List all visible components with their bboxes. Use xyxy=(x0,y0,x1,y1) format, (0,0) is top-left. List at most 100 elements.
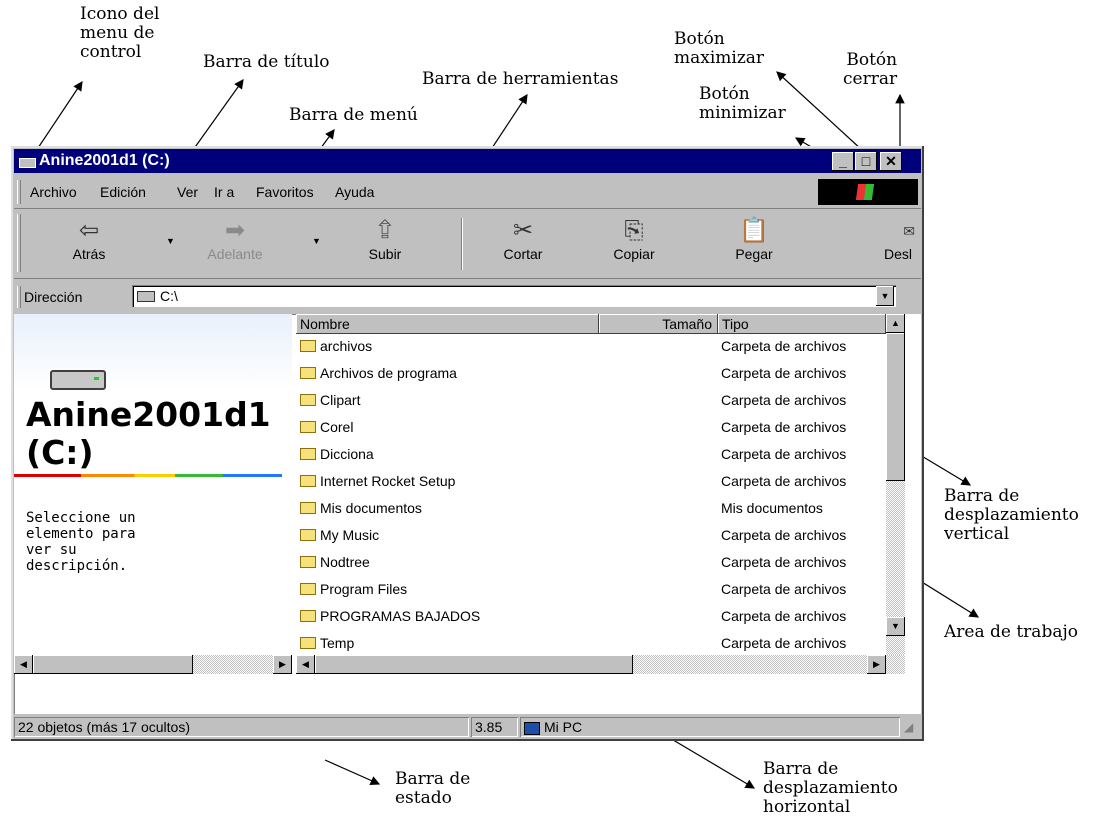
copy-button[interactable]: ⎘ Copiar xyxy=(589,216,679,272)
column-header-size[interactable]: Tamaño xyxy=(599,314,718,334)
file-name: Archivos de programa xyxy=(320,365,457,381)
paste-label: Pegar xyxy=(735,246,773,262)
horizontal-scrollbar[interactable]: ◀ ▶ xyxy=(296,655,905,674)
menu-edicion[interactable]: Edición xyxy=(100,184,146,200)
table-row[interactable]: Program Files Carpeta de archivos xyxy=(296,578,886,600)
file-type: Carpeta de archivos xyxy=(721,392,847,408)
clipboard-icon: 📋 xyxy=(739,217,769,244)
menubar-grip[interactable] xyxy=(17,180,21,204)
addressbar-grip[interactable] xyxy=(17,286,21,308)
folder-icon xyxy=(300,556,316,568)
folder-icon xyxy=(300,583,316,595)
scroll-left-button[interactable]: ◀ xyxy=(14,655,33,674)
folder-icon xyxy=(300,340,316,352)
back-label: Atrás xyxy=(72,246,106,262)
copy-icon: ⎘ xyxy=(624,217,644,244)
file-type: Carpeta de archivos xyxy=(721,527,847,543)
file-type: Carpeta de archivos xyxy=(721,446,847,462)
folder-icon xyxy=(300,529,316,541)
vertical-scrollbar[interactable]: ▲ ▼ xyxy=(886,314,905,655)
status-location-label: Mi PC xyxy=(544,719,583,735)
explorer-window: Anine2001d1 (C:) _ □ ✕ Archivo Edición V… xyxy=(11,146,924,741)
table-row[interactable]: Corel Carpeta de archivos xyxy=(296,416,886,438)
up-folder-icon: ⮸ xyxy=(377,217,393,244)
cut-button[interactable]: ✂ Cortar xyxy=(478,216,568,272)
column-header-type[interactable]: Tipo xyxy=(718,314,886,334)
work-area: Anine2001d1 (C:) Seleccione un elemento … xyxy=(14,314,921,714)
back-button[interactable]: ⇦ Atrás xyxy=(44,216,134,272)
menu-favoritos[interactable]: Favoritos xyxy=(256,184,314,200)
column-header-name[interactable]: Nombre xyxy=(296,314,599,334)
resize-grip[interactable]: ◢ xyxy=(904,720,913,734)
title-bar[interactable]: Anine2001d1 (C:) _ □ ✕ xyxy=(14,149,921,173)
up-label: Subir xyxy=(368,246,402,262)
info-scroll-thumb[interactable] xyxy=(33,655,193,674)
folder-icon xyxy=(300,421,316,433)
copy-label: Copiar xyxy=(613,246,655,262)
forward-dropdown[interactable]: ▼ xyxy=(312,236,321,246)
windows-flag-icon xyxy=(855,184,875,200)
table-row[interactable]: Clipart Carpeta de archivos xyxy=(296,389,886,411)
address-value: C:\ xyxy=(160,288,178,304)
address-field[interactable]: C:\ xyxy=(132,285,896,307)
status-size: 3.85 xyxy=(471,717,518,737)
table-row[interactable]: archivos Carpeta de archivos xyxy=(296,335,886,357)
file-name: archivos xyxy=(320,338,373,354)
menu-ir-a[interactable]: Ir a xyxy=(214,184,234,200)
scroll-right-button[interactable]: ▶ xyxy=(867,655,886,674)
scroll-down-button[interactable]: ▼ xyxy=(886,617,905,636)
drive-icon[interactable] xyxy=(19,158,36,168)
windows-logo xyxy=(818,179,918,205)
info-pane-scrollbar[interactable]: ◀ ▶ xyxy=(14,655,292,674)
file-type: Mis documentos xyxy=(721,500,823,516)
scroll-left-button[interactable]: ◀ xyxy=(296,655,315,674)
folder-icon xyxy=(300,367,316,379)
scroll-right-button[interactable]: ▶ xyxy=(273,655,292,674)
file-list: Nombre Tamaño Tipo archivos Carpeta de ar… xyxy=(296,314,921,655)
table-row[interactable]: Temp Carpeta de archivos xyxy=(296,632,886,654)
table-row[interactable]: My Music Carpeta de archivos xyxy=(296,524,886,546)
arrow-title-bar xyxy=(192,79,244,151)
cut-label: Cortar xyxy=(503,246,543,262)
table-row[interactable]: PROGRAMAS BAJADOS Carpeta de archivos xyxy=(296,605,886,627)
scroll-up-button[interactable]: ▲ xyxy=(886,314,905,333)
menu-archivo[interactable]: Archivo xyxy=(30,184,77,200)
back-dropdown[interactable]: ▼ xyxy=(166,236,175,246)
table-row[interactable]: Archivos de programa Carpeta de archivos xyxy=(296,362,886,384)
menu-ver[interactable]: Ver xyxy=(177,184,198,200)
file-type: Carpeta de archivos xyxy=(721,338,847,354)
paste-button[interactable]: 📋 Pegar xyxy=(709,216,799,272)
folder-icon xyxy=(300,448,316,460)
selection-description: Seleccione un elemento para ver su descr… xyxy=(26,510,136,574)
file-name: Mis documentos xyxy=(320,500,422,516)
file-type: Carpeta de archivos xyxy=(721,473,847,489)
drive-title: Anine2001d1 (C:) xyxy=(26,396,271,472)
file-name: PROGRAMAS BAJADOS xyxy=(320,608,481,624)
file-name: Clipart xyxy=(320,392,361,408)
up-button[interactable]: ⮸ Subir xyxy=(340,216,430,272)
drive-icon xyxy=(137,291,155,302)
folder-icon xyxy=(300,637,316,649)
table-row[interactable]: Internet Rocket Setup Carpeta de archivos xyxy=(296,470,886,492)
maximize-button[interactable]: □ xyxy=(855,152,877,171)
close-button[interactable]: ✕ xyxy=(880,152,902,171)
forward-button[interactable]: ➡ Adelante xyxy=(190,216,280,272)
toolbar: ⇦ Atrás ▼ ➡ Adelante ▼ ⮸ Subir ✂ Cortar … xyxy=(14,210,921,279)
vertical-scroll-thumb[interactable] xyxy=(886,333,905,481)
table-row[interactable]: Mis documentos Mis documentos xyxy=(296,497,886,519)
file-type: Carpeta de archivos xyxy=(721,419,847,435)
status-object-count: 22 objetos (más 17 ocultos) xyxy=(14,717,469,737)
status-location: Mi PC xyxy=(520,717,900,737)
toolbar-grip[interactable] xyxy=(17,214,21,272)
undo-button[interactable]: ✉ Desl xyxy=(854,216,921,272)
file-name: Dicciona xyxy=(320,446,374,462)
hard-drive-icon xyxy=(50,370,106,390)
scissors-icon: ✂ xyxy=(512,217,534,244)
file-name: Program Files xyxy=(320,581,408,597)
minimize-button[interactable]: _ xyxy=(832,152,854,171)
table-row[interactable]: Nodtree Carpeta de archivos xyxy=(296,551,886,573)
table-row[interactable]: Dicciona Carpeta de archivos xyxy=(296,443,886,465)
horizontal-scroll-thumb[interactable] xyxy=(315,655,633,674)
address-dropdown-button[interactable]: ▼ xyxy=(876,286,894,306)
menu-ayuda[interactable]: Ayuda xyxy=(335,184,374,200)
